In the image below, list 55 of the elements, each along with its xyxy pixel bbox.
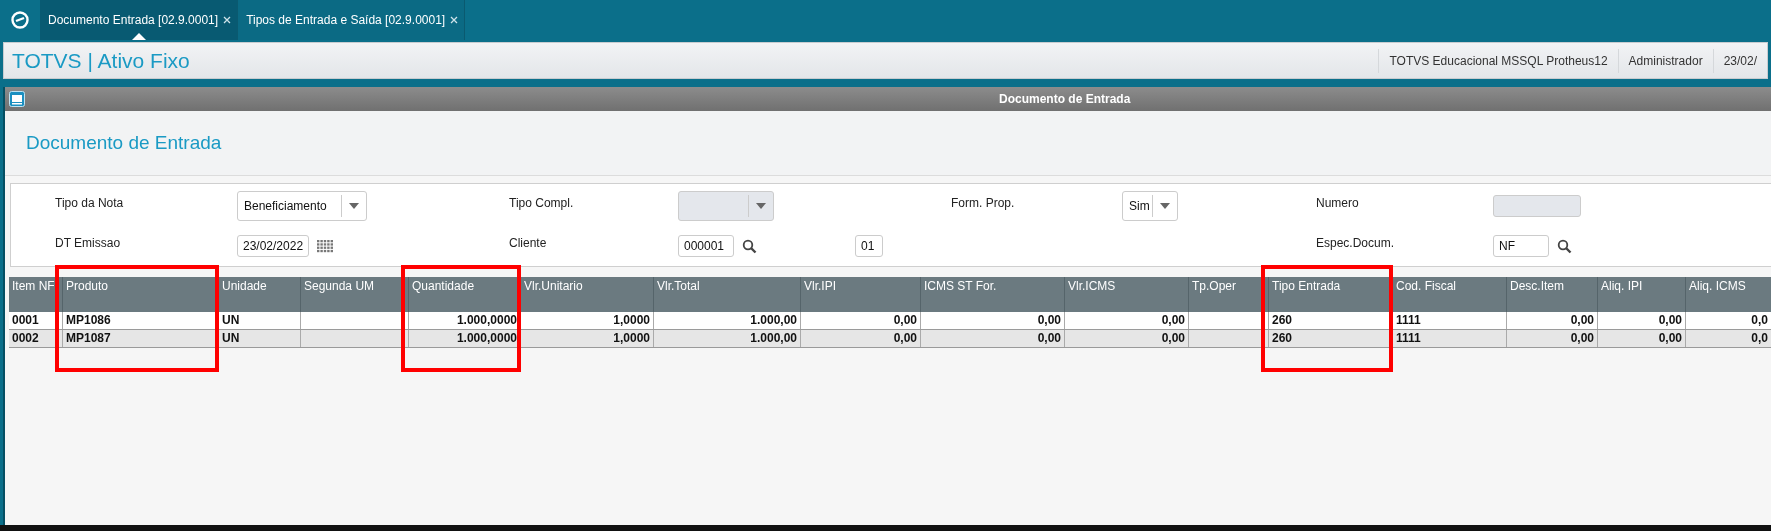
table-cell: 260 xyxy=(1269,330,1393,347)
table-cell: 0,00 xyxy=(1598,330,1686,347)
table-cell: 0,00 xyxy=(921,330,1065,347)
page-title: Documento de Entrada xyxy=(25,132,222,154)
field-label: DT Emissao xyxy=(55,236,121,250)
field-label: Tipo Compl. xyxy=(509,196,574,210)
table-cell: 0,00 xyxy=(801,330,921,347)
app-title: TOTVS | Ativo Fixo xyxy=(11,48,190,73)
table-cell: 1111 xyxy=(1393,312,1507,329)
table-cell: 1,0000 xyxy=(521,330,654,347)
input-field[interactable]: 01 xyxy=(855,235,883,257)
header-info: Administrador xyxy=(1617,48,1713,73)
table-cell: 0,00 xyxy=(1507,312,1598,329)
window-icon xyxy=(9,91,25,107)
field-label: Form. Prop. xyxy=(951,196,1015,210)
table-cell: 0,00 xyxy=(921,312,1065,329)
input-field[interactable]: 000001 xyxy=(678,235,734,257)
tab[interactable]: Documento Entrada [02.9.0001] xyxy=(40,0,239,40)
table-cell: 0,0 xyxy=(1686,330,1771,347)
field-label: Espec.Docum. xyxy=(1316,236,1395,250)
search-icon[interactable] xyxy=(1557,238,1572,254)
table-cell: 1111 xyxy=(1393,330,1507,347)
close-icon[interactable] xyxy=(450,16,459,24)
table-cell: MP1086 xyxy=(63,312,219,329)
table-cell: 1.000,0000 xyxy=(409,330,521,347)
date-field[interactable]: 23/02/2022 xyxy=(237,235,309,257)
field-label: Tipo da Nota xyxy=(55,196,124,210)
header-info: 23/02/ xyxy=(1712,48,1767,73)
table-cell: 0,00 xyxy=(801,312,921,329)
table-cell: 0,0 xyxy=(1686,312,1771,329)
table-cell: 0001 xyxy=(9,312,63,329)
tab[interactable]: Tipos de Entrada e Saída [02.9.0001] xyxy=(238,0,466,40)
header-info: TOTVS Educacional MSSQL Protheus12 xyxy=(1378,48,1618,73)
table-cell: 1,0000 xyxy=(521,312,654,329)
table-cell: 0,00 xyxy=(1065,330,1189,347)
table-cell: 260 xyxy=(1269,312,1393,329)
calendar-icon xyxy=(317,239,334,253)
field-label: Cliente xyxy=(509,236,547,250)
table-cell: 1.000,0000 xyxy=(409,312,521,329)
input-field[interactable]: NF xyxy=(1493,235,1549,257)
table-cell: 0,00 xyxy=(1598,312,1686,329)
close-icon[interactable] xyxy=(223,16,232,24)
search-icon[interactable] xyxy=(742,238,757,254)
window-title: Documento de Entrada xyxy=(999,92,1131,106)
table-cell: UN xyxy=(219,312,301,329)
table-cell: 1.000,00 xyxy=(654,312,801,329)
dropdown[interactable]: Sim xyxy=(1122,191,1178,221)
table-cell: 0,00 xyxy=(1507,330,1598,347)
table-cell: MP1087 xyxy=(63,330,219,347)
dropdown[interactable]: Beneficiamento xyxy=(237,191,367,221)
table-cell: 1.000,00 xyxy=(654,330,801,347)
table-cell: 0,00 xyxy=(1065,312,1189,329)
field-label: Numero xyxy=(1316,196,1359,210)
table-cell: UN xyxy=(219,330,301,347)
table-cell: 0002 xyxy=(9,330,63,347)
